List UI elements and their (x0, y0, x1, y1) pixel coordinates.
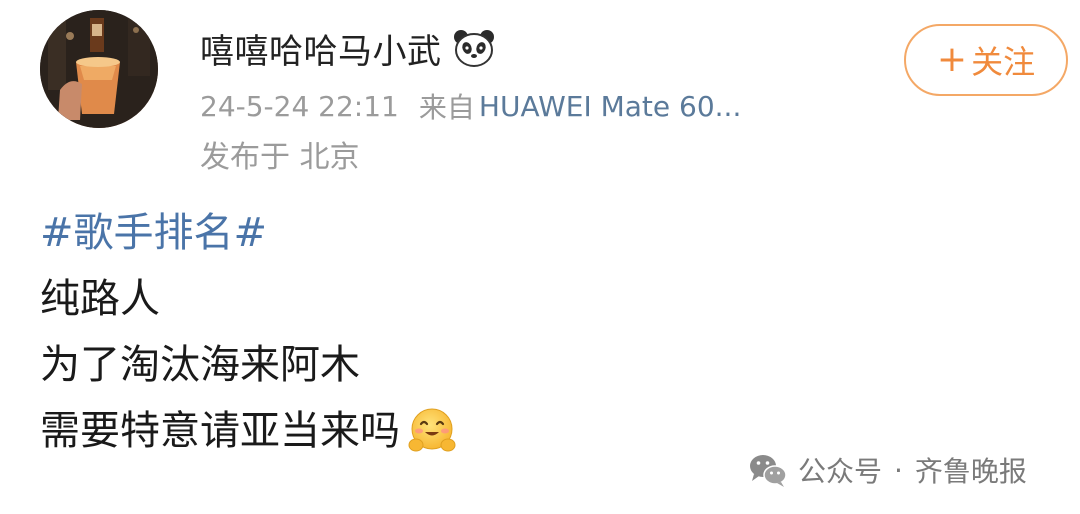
post-content: #歌手排名# 纯路人 为了淘汰海来阿木 需要特意请亚当来吗 (40, 200, 740, 464)
follow-label: 关注 (971, 43, 1036, 81)
content-line: 为了淘汰海来阿木 (40, 342, 360, 388)
content-text: 需要特意请亚当来吗 (40, 408, 400, 454)
post-time: 24-5-24 22:11 (200, 89, 399, 123)
content-line: 需要特意请亚当来吗 (40, 398, 740, 464)
watermark-account: 齐鲁晚报 (914, 455, 1027, 488)
device-link[interactable]: HUAWEI Mate 60... (479, 90, 741, 123)
content-line: 纯路人 (40, 276, 160, 322)
panda-icon (452, 28, 496, 68)
plus-icon: + (936, 39, 968, 80)
watermark-platform: 公众号 (798, 455, 883, 488)
author-avatar[interactable] (40, 10, 158, 128)
author-row: 嘻嘻哈哈马小武 (200, 24, 496, 72)
watermark-separator: · (894, 453, 903, 487)
post-meta: 24-5-24 22:11 来自 HUAWEI Mate 60... (200, 84, 741, 128)
avatar-photo (40, 10, 158, 128)
watermark: 公众号 · 齐鲁晚报 (748, 446, 1027, 494)
follow-button[interactable]: + 关注 (904, 24, 1068, 96)
content-line: #歌手排名# (40, 200, 740, 266)
hashtag-link[interactable]: #歌手排名# (40, 200, 267, 266)
source-prefix: 来自 (418, 91, 475, 124)
author-name[interactable]: 嘻嘻哈哈马小武 (200, 24, 442, 73)
hugging-face-icon (406, 405, 458, 457)
wechat-icon (748, 452, 788, 488)
post-location: 发布于 北京 (200, 140, 360, 175)
